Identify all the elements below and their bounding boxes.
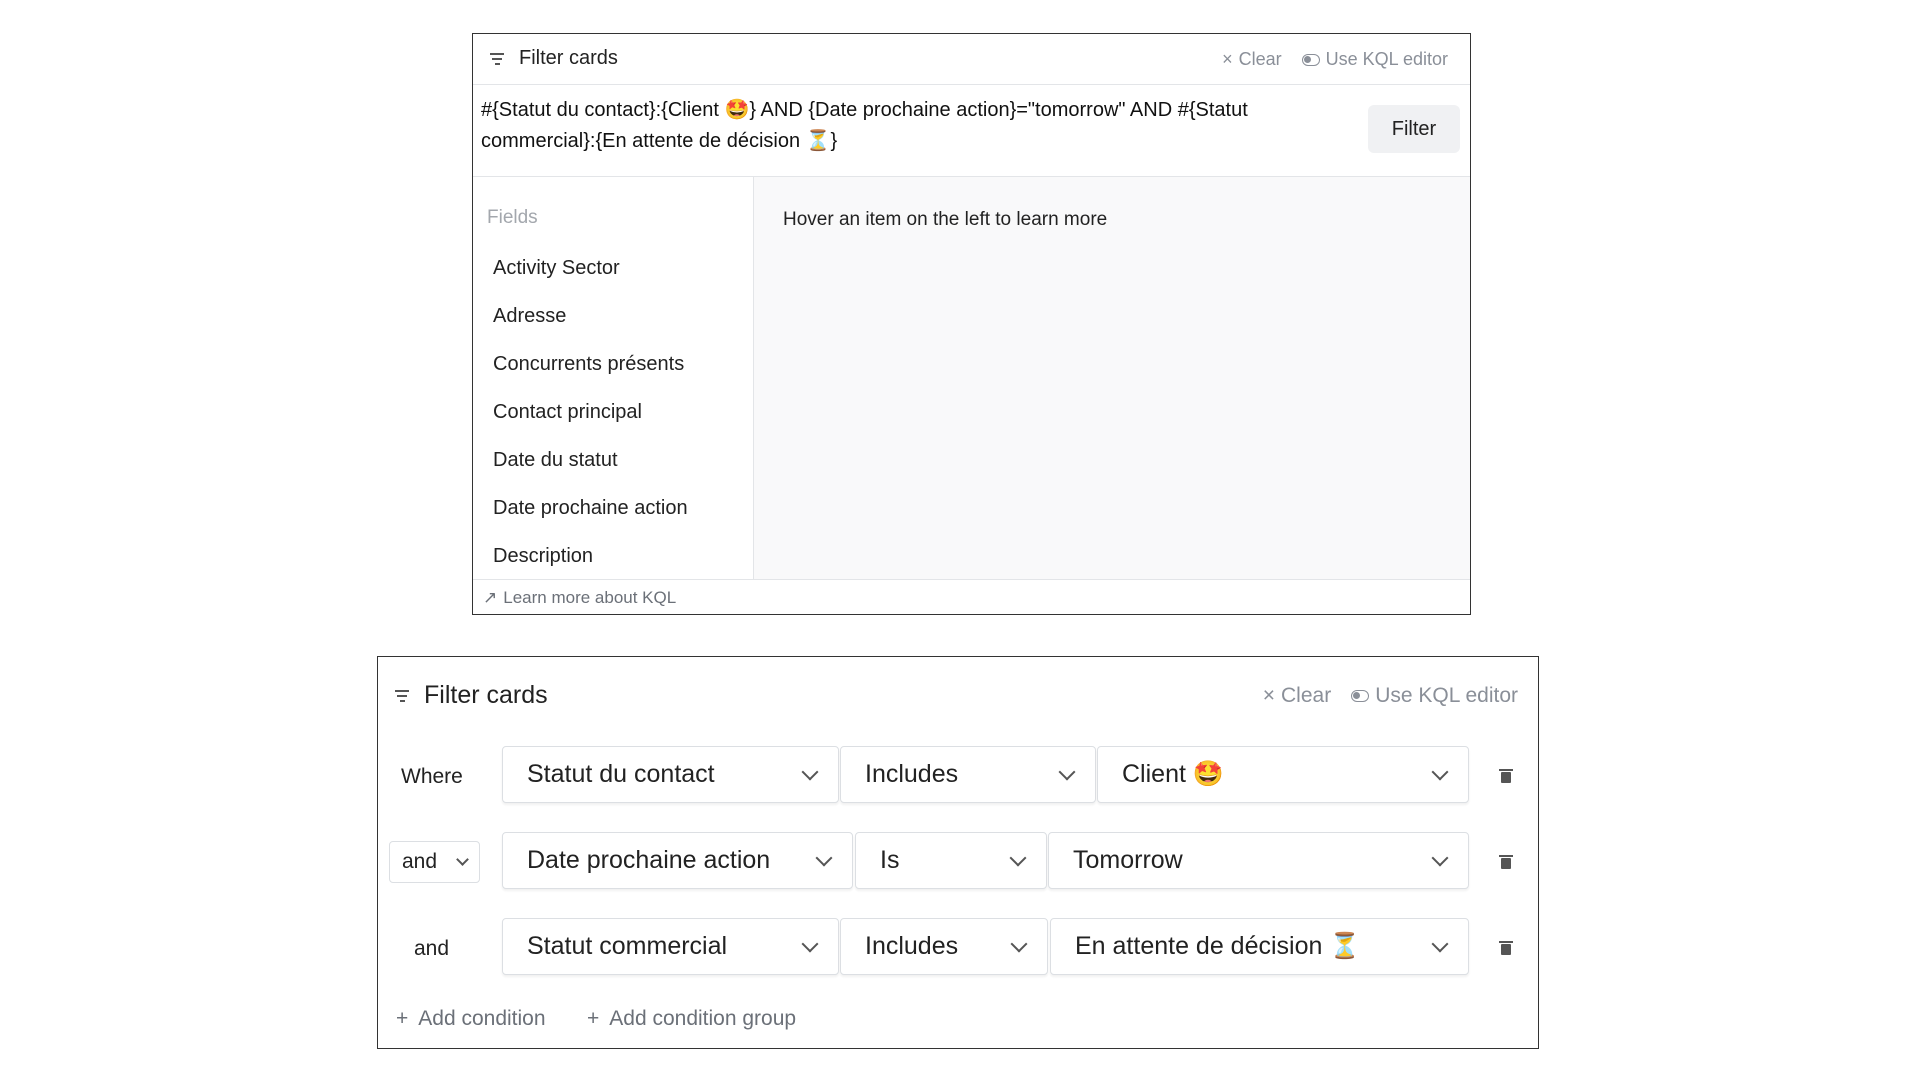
condition-builder-panel: Filter cards × Clear Use KQL editor Where… <box>377 656 1539 1049</box>
filter-icon <box>489 50 505 68</box>
plus-icon: + <box>587 1007 600 1030</box>
chevron-down-icon <box>456 852 469 866</box>
help-pane: Hover an item on the left to learn more <box>754 177 1470 579</box>
operator-select[interactable]: Includes <box>840 746 1096 803</box>
field-item[interactable]: Concurrents présents <box>493 353 684 376</box>
add-condition-button[interactable]: + Add condition <box>396 1007 546 1031</box>
close-icon: × <box>1222 49 1233 69</box>
field-item[interactable]: Adresse <box>493 305 566 328</box>
chevron-down-icon <box>1009 849 1027 866</box>
and-label: and <box>414 937 450 960</box>
chevron-down-icon <box>1010 935 1028 952</box>
field-item[interactable]: Date prochaine action <box>493 497 688 520</box>
value-select[interactable]: Client 🤩 <box>1097 746 1469 803</box>
chevron-down-icon <box>801 935 819 952</box>
plus-icon: + <box>396 1007 409 1030</box>
connector-select[interactable]: and <box>389 841 480 883</box>
field-item[interactable]: Activity Sector <box>493 257 620 280</box>
toggle-icon <box>1351 690 1370 702</box>
chevron-down-icon <box>1431 763 1449 780</box>
chevron-down-icon <box>815 849 833 866</box>
panel-header: Filter cards × Clear Use KQL editor <box>473 34 1470 85</box>
fields-list: Fields Activity Sector Adresse Concurren… <box>473 177 754 579</box>
fields-heading: Fields <box>487 207 538 228</box>
external-link-icon: ↗ <box>483 588 498 607</box>
filter-button[interactable]: Filter <box>1368 105 1460 153</box>
field-select[interactable]: Statut commercial <box>502 918 839 975</box>
field-select[interactable]: Date prochaine action <box>502 832 853 889</box>
delete-condition-icon[interactable] <box>1499 853 1513 869</box>
chevron-down-icon <box>801 763 819 780</box>
operator-select[interactable]: Is <box>855 832 1047 889</box>
kql-editor-toggle[interactable]: Use KQL editor <box>1351 684 1518 708</box>
close-icon: × <box>1262 684 1276 707</box>
chevron-down-icon <box>1058 763 1076 780</box>
delete-condition-icon[interactable] <box>1499 939 1513 955</box>
field-item[interactable]: Date du statut <box>493 449 618 472</box>
panel-title: Filter cards <box>424 681 548 709</box>
add-condition-group-button[interactable]: + Add condition group <box>587 1007 796 1031</box>
value-select[interactable]: En attente de décision ⏳ <box>1050 918 1469 975</box>
chevron-down-icon <box>1431 849 1449 866</box>
field-item[interactable]: Contact principal <box>493 401 642 424</box>
toggle-icon <box>1301 53 1320 66</box>
value-select[interactable]: Tomorrow <box>1048 832 1469 889</box>
field-item[interactable]: Description <box>493 545 593 568</box>
chevron-down-icon <box>1431 935 1449 952</box>
kql-query-input[interactable]: #{Statut du contact}:{Client 🤩} AND {Dat… <box>481 95 1361 157</box>
where-label: Where <box>401 765 463 788</box>
kql-editor-toggle[interactable]: Use KQL editor <box>1301 49 1448 70</box>
panel-title: Filter cards <box>519 47 618 69</box>
hint-text: Hover an item on the left to learn more <box>783 209 1108 230</box>
kql-filter-panel: Filter cards × Clear Use KQL editor #{Sta… <box>472 33 1471 615</box>
filter-icon <box>394 687 410 705</box>
delete-condition-icon[interactable] <box>1499 767 1513 783</box>
learn-more-link[interactable]: ↗ Learn more about KQL <box>483 588 676 608</box>
clear-button[interactable]: × Clear <box>1222 49 1282 70</box>
field-select[interactable]: Statut du contact <box>502 746 839 803</box>
clear-button[interactable]: × Clear <box>1263 684 1331 708</box>
operator-select[interactable]: Includes <box>840 918 1048 975</box>
